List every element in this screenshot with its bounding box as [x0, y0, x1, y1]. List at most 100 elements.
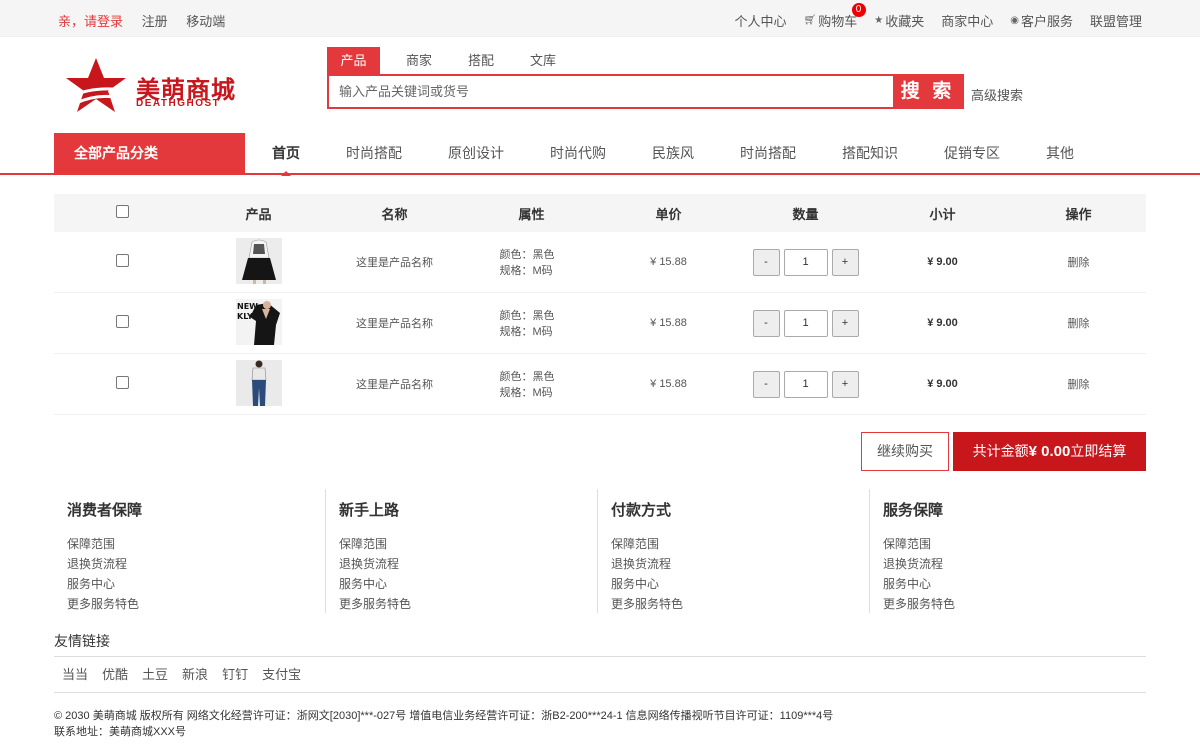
select-all-checkbox[interactable]	[116, 205, 129, 218]
row-checkbox[interactable]	[116, 315, 129, 328]
search-button[interactable]: 搜 索	[893, 74, 962, 109]
friend-link[interactable]: 当当	[62, 664, 88, 683]
unit-price: ¥ 15.88	[650, 378, 687, 390]
service-column: 付款方式 保障范围 退换货流程 服务中心 更多服务特色	[598, 489, 870, 613]
decrease-button[interactable]: -	[752, 248, 780, 276]
friend-link[interactable]: 钉钉	[222, 664, 248, 683]
alliance-link[interactable]: 联盟管理	[1090, 11, 1142, 30]
checkout-button[interactable]: 共计金额¥ 0.00立即结算	[953, 432, 1146, 471]
quantity-input[interactable]: 1	[783, 309, 828, 337]
search-box: 搜 索	[327, 74, 964, 109]
cart-link[interactable]: 🛒︎ 购物车 0	[804, 3, 866, 30]
friend-link[interactable]: 土豆	[142, 664, 168, 683]
mobile-link[interactable]: 移动端	[186, 14, 225, 29]
nav-link-other[interactable]: 其他	[1028, 133, 1092, 174]
header-select-all	[54, 205, 191, 221]
search-input[interactable]	[329, 76, 897, 107]
quantity-input[interactable]: 1	[783, 370, 828, 398]
nav-link-fashion-2[interactable]: 时尚搭配	[722, 133, 814, 174]
star-logo-icon	[66, 58, 126, 112]
product-name[interactable]: 这里是产品名称	[326, 315, 463, 331]
checkout-total: ¥ 0.00	[1028, 443, 1071, 460]
service-link[interactable]: 更多服务特色	[67, 594, 325, 614]
nav-link-home[interactable]: 首页	[254, 133, 318, 176]
nav-link-purchase[interactable]: 时尚代购	[532, 133, 624, 174]
nav-link-original[interactable]: 原创设计	[430, 133, 522, 174]
increase-button[interactable]: +	[831, 370, 859, 398]
attr-color: 颜色：黑色	[499, 249, 555, 261]
service-link[interactable]: 退换货流程	[883, 554, 1142, 574]
header-product: 产品	[245, 206, 272, 222]
service-link[interactable]: 退换货流程	[67, 554, 325, 574]
favorites-link[interactable]: ★ 收藏夹	[874, 11, 924, 30]
decrease-button[interactable]: -	[752, 370, 780, 398]
table-row: 这里是产品名称 颜色：黑色 规格：M码 ¥ 15.88 - 1 + ¥ 9.00…	[54, 354, 1146, 415]
continue-shopping-button[interactable]: 继续购买	[861, 432, 949, 471]
search-tab-match[interactable]: 搭配	[450, 47, 512, 74]
friend-link[interactable]: 优酷	[102, 664, 128, 683]
friend-link[interactable]: 新浪	[182, 664, 208, 683]
service-link[interactable]: 服务中心	[339, 574, 597, 594]
increase-button[interactable]: +	[831, 248, 859, 276]
service-link[interactable]: 更多服务特色	[611, 594, 869, 614]
service-link[interactable]: 保障范围	[67, 534, 325, 554]
friend-link[interactable]: 支付宝	[262, 664, 301, 683]
product-thumbnail[interactable]: NEW KLY	[235, 298, 282, 345]
service-link[interactable]: 服务中心	[611, 574, 869, 594]
product-name[interactable]: 这里是产品名称	[326, 376, 463, 392]
register-link[interactable]: 注册	[142, 14, 168, 29]
nav-link-knowledge[interactable]: 搭配知识	[824, 133, 916, 174]
header-qty: 数量	[792, 206, 819, 222]
service-link[interactable]: 更多服务特色	[883, 594, 1142, 614]
nav-link-ethnic[interactable]: 民族风	[634, 133, 712, 174]
service-link[interactable]: 服务中心	[67, 574, 325, 594]
service-link[interactable]: 保障范围	[339, 534, 597, 554]
product-name[interactable]: 这里是产品名称	[326, 254, 463, 270]
nav-link-promotion[interactable]: 促销专区	[926, 133, 1018, 174]
header-attr: 属性	[518, 206, 545, 222]
copyright-line: © 2030 美萌商城 版权所有 网络文化经营许可证：浙网文[2030]***-…	[54, 710, 834, 722]
delete-link[interactable]: 删除	[1011, 315, 1146, 331]
attr-color: 颜色：黑色	[499, 371, 555, 383]
product-attributes: 颜色：黑色 规格：M码	[500, 246, 560, 278]
login-link[interactable]: 亲，请登录	[58, 14, 123, 29]
search-tab-merchant[interactable]: 商家	[388, 47, 450, 74]
service-icon: ◉	[1010, 15, 1019, 26]
subtotal: ¥ 9.00	[927, 317, 958, 329]
service-link[interactable]: 保障范围	[611, 534, 869, 554]
checkout-suffix: 立即结算	[1070, 443, 1127, 459]
service-link[interactable]: 保障范围	[883, 534, 1142, 554]
customer-service-link[interactable]: ◉ 客户服务	[1010, 11, 1073, 30]
cart-table: 产品 名称 属性 单价 数量 小计 操作 这里是产品名称 颜色：黑色 规格：M码…	[54, 194, 1146, 415]
advanced-search-link[interactable]: 高级搜索	[971, 85, 1023, 104]
delete-link[interactable]: 删除	[1011, 376, 1146, 392]
row-checkbox[interactable]	[116, 376, 129, 389]
service-link[interactable]: 退换货流程	[611, 554, 869, 574]
product-thumbnail[interactable]	[235, 359, 282, 406]
service-link[interactable]: 更多服务特色	[339, 594, 597, 614]
header-name: 名称	[381, 206, 408, 222]
quantity-input[interactable]: 1	[783, 248, 828, 276]
cart-label: 购物车	[818, 14, 858, 29]
row-checkbox[interactable]	[116, 254, 129, 267]
divider	[54, 656, 1146, 657]
decrease-button[interactable]: -	[752, 309, 780, 337]
service-link[interactable]: 退换货流程	[339, 554, 597, 574]
nav-link-fashion[interactable]: 时尚搭配	[328, 133, 420, 174]
table-row: 这里是产品名称 颜色：黑色 规格：M码 ¥ 15.88 - 1 + ¥ 9.00…	[54, 232, 1146, 293]
all-categories-button[interactable]: 全部产品分类	[54, 133, 245, 174]
top-bar: 亲，请登录 注册 移动端 个人中心 🛒︎ 购物车 0 ★ 收藏夹 商家中心 ◉ …	[0, 0, 1200, 37]
quantity-stepper: - 1 +	[752, 248, 859, 276]
personal-center-link[interactable]: 个人中心	[735, 11, 787, 30]
delete-link[interactable]: 删除	[1011, 254, 1146, 270]
product-thumbnail[interactable]	[235, 237, 282, 284]
subtotal: ¥ 9.00	[927, 378, 958, 390]
site-logo[interactable]: 美萌商城 DEATHGHOST	[64, 56, 244, 116]
brand-subtitle: DEATHGHOST	[136, 98, 221, 109]
search-tab-library[interactable]: 文库	[512, 47, 574, 74]
search-tab-product[interactable]: 产品	[327, 47, 380, 74]
merchant-center-link[interactable]: 商家中心	[941, 11, 993, 30]
increase-button[interactable]: +	[831, 309, 859, 337]
service-link[interactable]: 服务中心	[883, 574, 1142, 594]
checkout-prefix: 共计金额	[972, 443, 1029, 459]
